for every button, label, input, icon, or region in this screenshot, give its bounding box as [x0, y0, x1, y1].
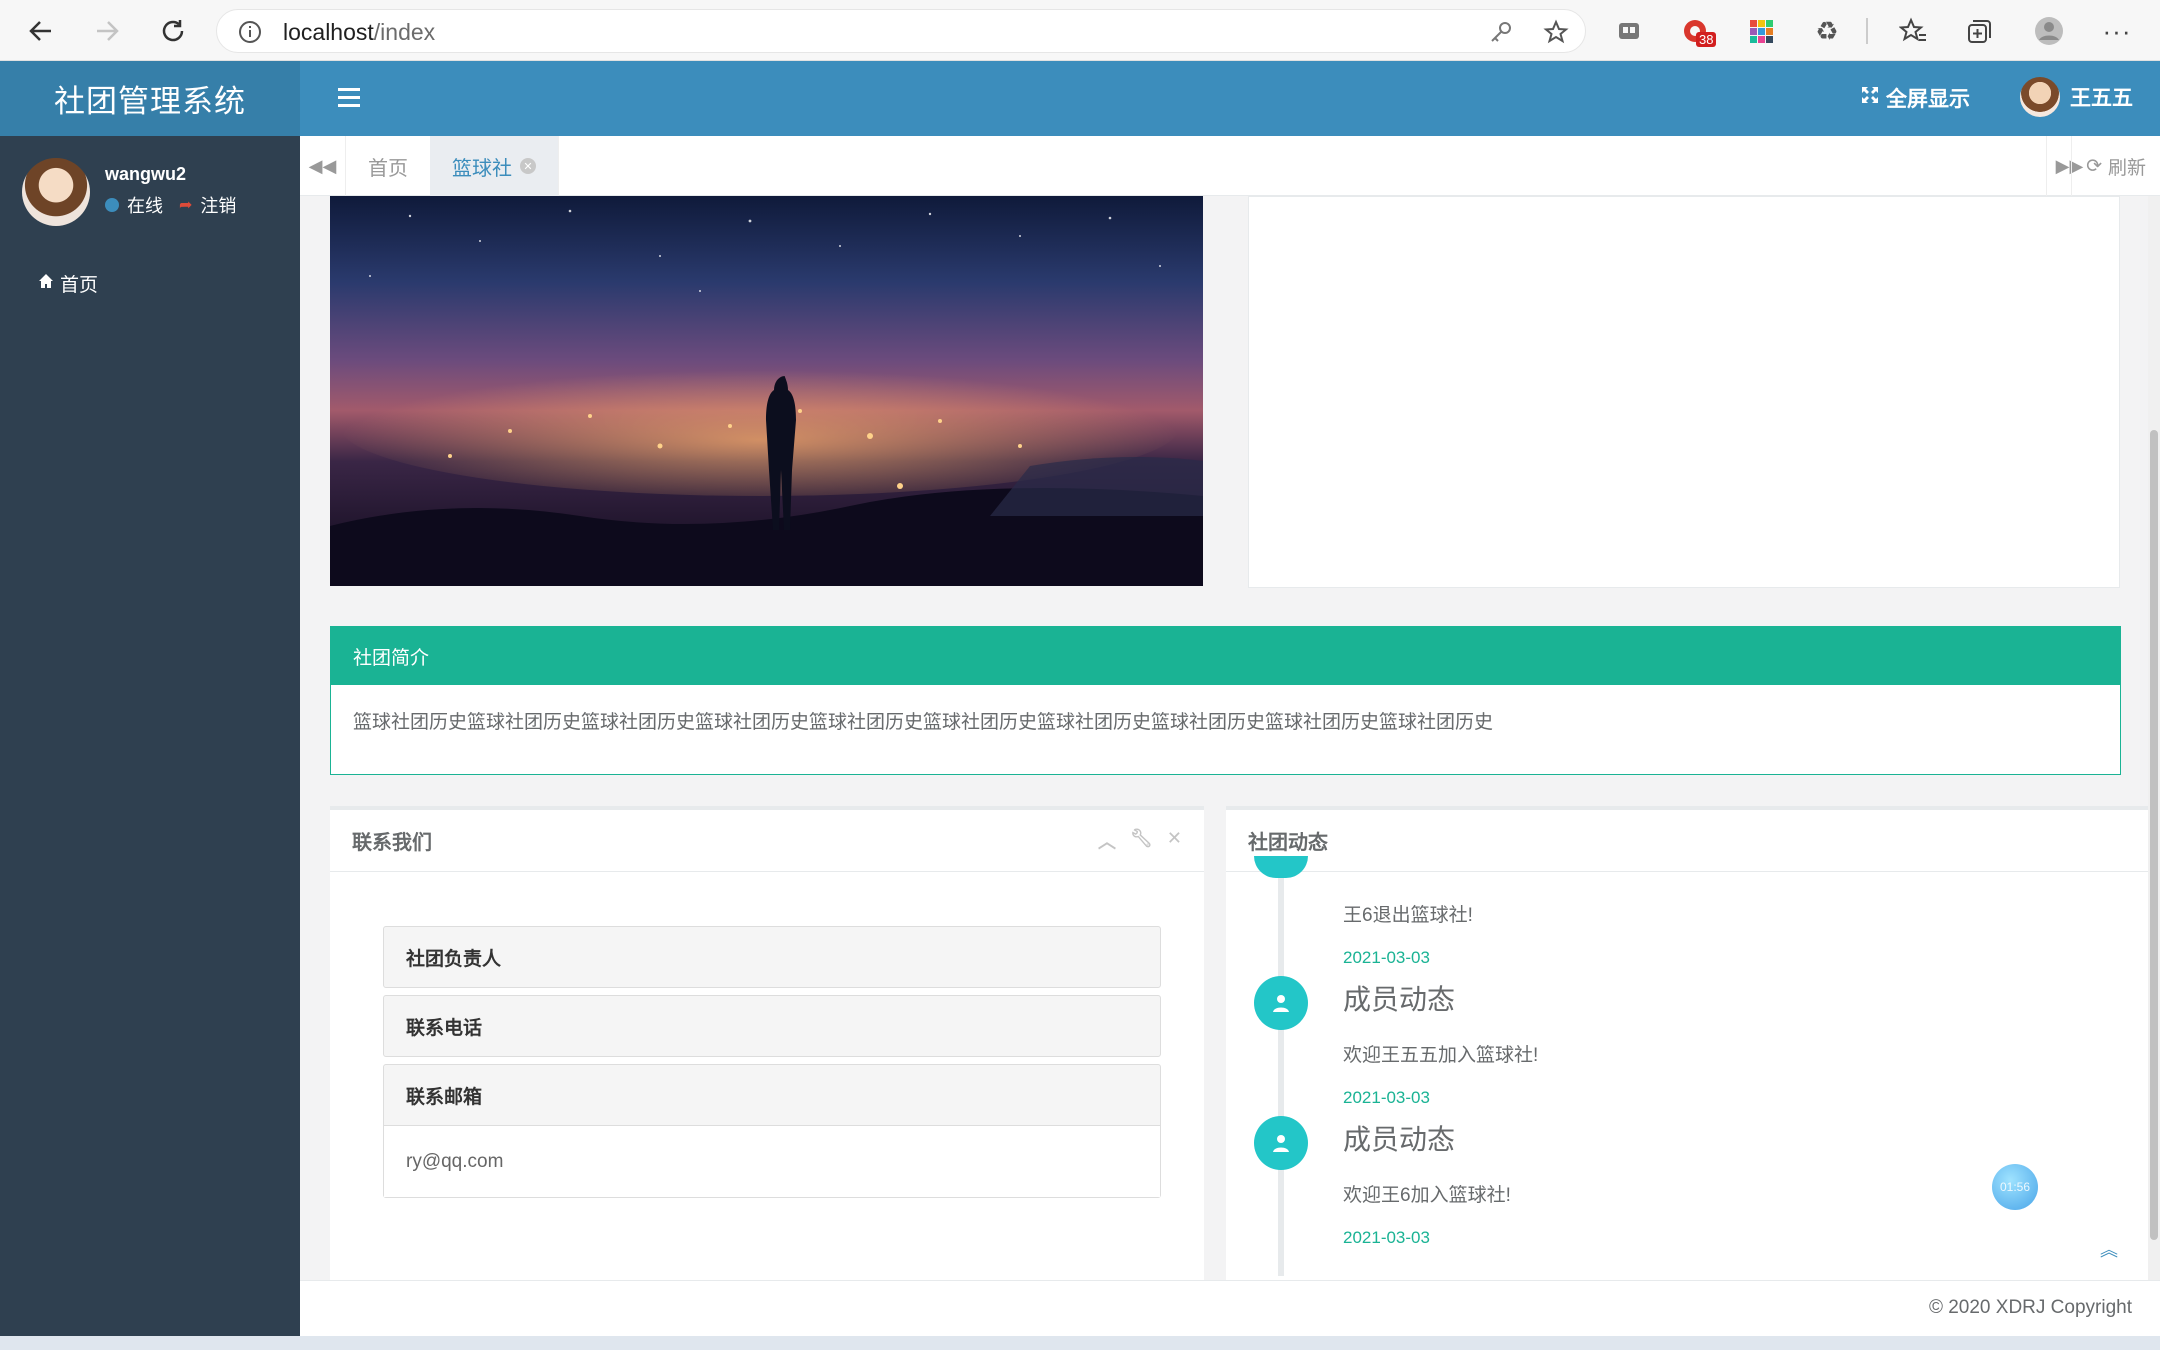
- home-icon: [38, 273, 54, 295]
- refresh-label: 刷新: [2107, 157, 2146, 179]
- club-banner-image: [330, 196, 1203, 586]
- browser-toolbar: localhost/index 38 ♻ ···: [0, 0, 2160, 61]
- floating-widget[interactable]: 01:56: [1992, 1164, 2038, 1210]
- collections-icon[interactable]: [1960, 12, 1998, 50]
- refresh-button[interactable]: ⟳ 刷新: [2071, 136, 2160, 196]
- info-card: [1248, 196, 2120, 588]
- footer: © 2020 XDRJ Copyright: [300, 1280, 2160, 1336]
- refresh-icon: ⟳: [2086, 155, 2102, 177]
- main-content: 社团简介 篮球社团历史篮球社团历史篮球社团历史篮球社团历史篮球社团历史篮球社团历…: [300, 196, 2148, 1280]
- app-header: 社团管理系统 全屏显示 王五五: [0, 61, 2160, 136]
- news-title: 社团动态: [1248, 832, 1328, 854]
- contact-leader-panel[interactable]: 社团负责人: [383, 926, 1161, 988]
- reload-icon[interactable]: [150, 8, 196, 54]
- extension-badge-icon[interactable]: 38: [1676, 12, 1717, 50]
- timeline-icon: [1254, 856, 1308, 878]
- more-menu-icon[interactable]: ···: [2098, 12, 2136, 50]
- info-icon[interactable]: [237, 19, 263, 50]
- key-icon[interactable]: [1489, 20, 1513, 49]
- tab-label: 篮球社: [452, 157, 512, 180]
- contact-title: 联系我们: [352, 832, 432, 854]
- user-menu[interactable]: 王五五: [2020, 77, 2133, 117]
- sidebar-item-label: 首页: [60, 275, 99, 296]
- contact-phone-panel[interactable]: 联系电话: [383, 995, 1161, 1057]
- timeline-text: 欢迎王五五加入篮球社!: [1343, 1045, 1539, 1066]
- address-bar[interactable]: localhost/index: [216, 9, 1586, 53]
- menu-toggle-icon[interactable]: [338, 88, 360, 108]
- timeline-title: 成员动态: [1343, 984, 1456, 1015]
- close-icon[interactable]: ✕: [520, 158, 536, 174]
- profile-icon[interactable]: [2030, 12, 2068, 50]
- extension-badge: 38: [1696, 32, 1717, 47]
- expand-icon: [1860, 85, 1880, 111]
- timeline-text: 欢迎王6加入篮球社!: [1343, 1185, 1511, 1206]
- timeline-date: 2021-03-03: [1343, 948, 1430, 967]
- collapse-icon[interactable]: ︿: [1098, 828, 1116, 854]
- club-intro-panel: 社团简介 篮球社团历史篮球社团历史篮球社团历史篮球社团历史篮球社团历史篮球社团历…: [330, 626, 2121, 775]
- collections-ext-icon[interactable]: [1610, 12, 1648, 50]
- fullscreen-button[interactable]: 全屏显示: [1860, 83, 1970, 113]
- page-tabs: ◀◀ 首页 篮球社 ✕ ▶▶ ⟳ 刷新: [300, 136, 2160, 196]
- timeline-date: 2021-03-03: [1343, 1088, 1430, 1107]
- online-label: 在线: [127, 196, 163, 216]
- timeline-text: 王6退出篮球社!: [1343, 905, 1473, 926]
- timeline-line: [1278, 876, 1284, 1276]
- contact-email-value: ry@qq.com: [384, 1125, 1160, 1197]
- sidebar-avatar: [22, 158, 90, 226]
- back-to-top-icon[interactable]: ︽: [2100, 1236, 2118, 1262]
- member-icon: [1254, 1116, 1308, 1170]
- back-icon[interactable]: [18, 8, 64, 54]
- online-status-icon: [105, 198, 119, 212]
- contact-box: 联系我们 ︿ 🔧︎ ✕ 社团负责人 联系电话 联系邮箱 ry@qq.com: [330, 806, 1204, 1280]
- contact-email-panel[interactable]: 联系邮箱 ry@qq.com: [383, 1064, 1161, 1198]
- club-intro-text: 篮球社团历史篮球社团历史篮球社团历史篮球社团历史篮球社团历史篮球社团历史篮球社团…: [353, 712, 1494, 733]
- news-title-bar: 社团动态: [1226, 810, 2148, 872]
- url-text: localhost/index: [283, 19, 436, 45]
- logout-icon[interactable]: ➦: [179, 195, 192, 215]
- sidebar-item-home[interactable]: 首页: [38, 270, 98, 297]
- contact-title-bar: 联系我们 ︿ 🔧︎ ✕: [330, 810, 1204, 872]
- avatar: [2020, 77, 2060, 117]
- header-user-name: 王五五: [2070, 87, 2133, 110]
- tab-home[interactable]: 首页: [346, 136, 431, 196]
- sidebar: wangwu2 在线 ➦ 注销 首页: [0, 136, 300, 1350]
- panel-heading: 社团负责人: [406, 948, 502, 970]
- color-grid-ext-icon[interactable]: [1742, 12, 1780, 50]
- panel-heading: 联系电话: [406, 1017, 483, 1039]
- tab-label: 首页: [368, 157, 408, 180]
- favorites-icon[interactable]: [1894, 12, 1932, 50]
- fullscreen-label: 全屏显示: [1886, 88, 1970, 111]
- timeline-date: 2021-03-03: [1343, 1228, 1430, 1247]
- sidebar-username: wangwu2: [105, 164, 187, 184]
- app-brand[interactable]: 社团管理系统: [0, 61, 300, 136]
- member-icon: [1254, 976, 1308, 1030]
- os-taskbar: [0, 1336, 2160, 1350]
- forward-icon[interactable]: [84, 8, 130, 54]
- tab-basketball-club[interactable]: 篮球社 ✕: [430, 136, 559, 196]
- club-intro-title: 社团简介: [331, 627, 2120, 685]
- recycle-ext-icon[interactable]: ♻: [1808, 12, 1846, 50]
- panel-heading: 联系邮箱: [406, 1086, 483, 1108]
- scrollbar-thumb[interactable]: [2150, 430, 2158, 1240]
- favorite-add-icon[interactable]: [1543, 19, 1571, 52]
- wrench-icon[interactable]: 🔧︎: [1130, 828, 1153, 854]
- logout-link[interactable]: 注销: [200, 192, 236, 218]
- tabs-scroll-left-icon[interactable]: ◀◀: [300, 136, 346, 196]
- timeline-title: 成员动态: [1343, 1124, 1456, 1155]
- close-icon[interactable]: ✕: [1167, 828, 1182, 854]
- toolbar-divider: [1866, 18, 1868, 44]
- user-status: 在线 ➦ 注销: [105, 192, 236, 218]
- copyright-text: © 2020 XDRJ Copyright: [1928, 1297, 2132, 1318]
